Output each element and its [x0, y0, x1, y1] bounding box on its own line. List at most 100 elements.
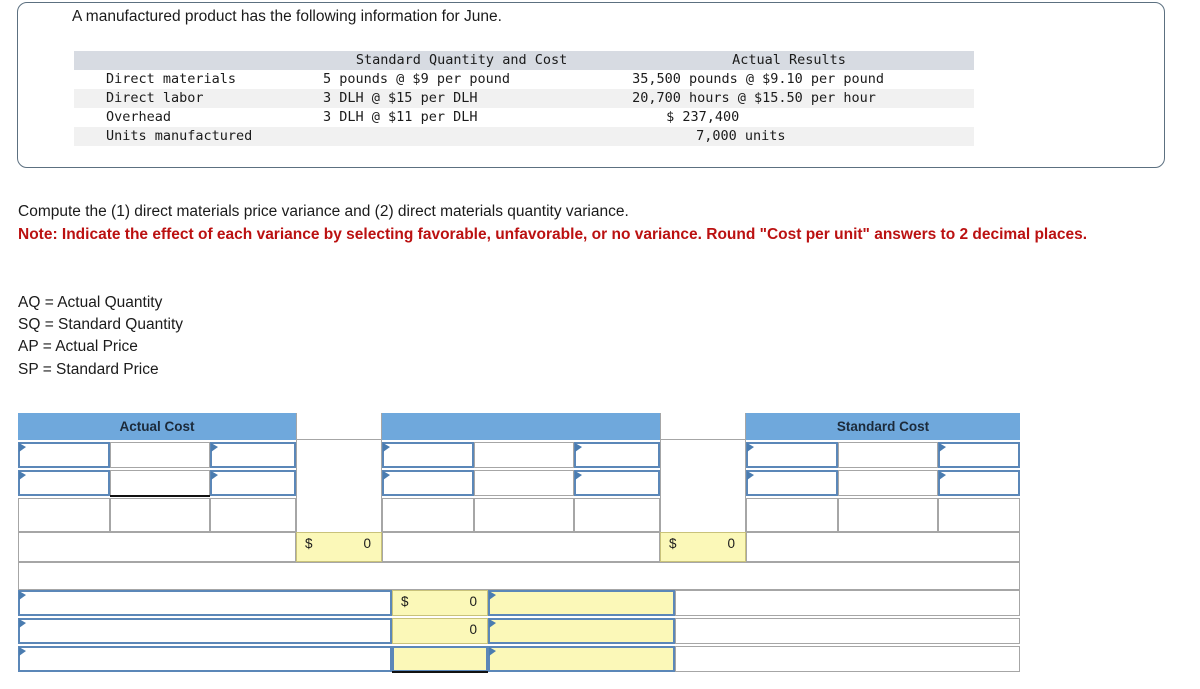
middle-field-aq-row1[interactable]	[382, 442, 474, 468]
row-standard-units-manufactured	[319, 127, 604, 146]
totals-left-number: 0	[363, 536, 371, 551]
row-label-direct-labor: Direct labor	[106, 90, 204, 106]
row-actual-overhead: $ 237,400	[666, 109, 740, 125]
header-standard-cost: Standard Cost	[746, 413, 1020, 440]
answer-grid: Actual Cost Standard Cost $ 0 $ 0 $ 0 0	[18, 413, 1020, 673]
table-row: Direct materials 5 pounds @ $9 per pound…	[74, 70, 974, 89]
table-row: Overhead 3 DLH @ $11 per DLH $ 237,400	[74, 108, 974, 127]
currency-symbol-variance-1: $	[401, 594, 409, 609]
info-header-standard: Standard Quantity and Cost	[355, 52, 568, 68]
variance-label-dropdown-2[interactable]	[18, 618, 392, 644]
header-spacer-right	[660, 413, 746, 440]
actual-cost-cell-mid-row1[interactable]	[110, 442, 210, 468]
totals-standard-cost-value[interactable]: $ 0	[660, 532, 746, 562]
variance-label-dropdown-1[interactable]	[18, 590, 392, 616]
grid-blank-b1	[382, 498, 474, 532]
middle-cell-mid-row1[interactable]	[474, 442, 574, 468]
product-info-table: Standard Quantity and Cost Actual Result…	[74, 51, 974, 146]
row-label-overhead: Overhead	[106, 109, 172, 125]
row-standard-direct-labor: 3 DLH @ $15 per DLH	[323, 90, 478, 106]
chevron-down-icon	[939, 471, 946, 480]
grid-separator-row	[18, 562, 1020, 590]
row-actual-direct-materials: 35,500 pounds @ $9.10 per pound	[632, 71, 885, 87]
chevron-down-icon	[489, 619, 496, 628]
totals-actual-cost-value[interactable]: $ 0	[296, 532, 382, 562]
prompt-question: Compute the (1) direct materials price v…	[18, 203, 629, 220]
actual-cost-subtotal-rule	[110, 495, 210, 497]
info-table-header-row: Standard Quantity and Cost Actual Result…	[74, 51, 974, 70]
grid-blank-a2	[110, 498, 210, 532]
grid-blank-c2	[838, 498, 938, 532]
row-label-units-manufactured: Units manufactured	[106, 128, 253, 144]
middle-field-aq-row2[interactable]	[382, 470, 474, 496]
chevron-down-icon	[19, 647, 26, 656]
actual-cost-field-aq-row2[interactable]	[18, 470, 110, 496]
chevron-down-icon	[489, 647, 496, 656]
actual-cost-field-ap-row2[interactable]	[210, 470, 296, 496]
middle-field-sp-row1[interactable]	[574, 442, 660, 468]
grid-blank-b3	[574, 498, 660, 532]
grid-blank-a1	[18, 498, 110, 532]
chevron-down-icon	[19, 591, 26, 600]
variance-label-dropdown-3[interactable]	[18, 646, 392, 672]
grid-gap-left	[296, 440, 382, 532]
variance-amount-2[interactable]: 0	[392, 618, 488, 644]
chevron-down-icon	[19, 471, 26, 480]
legend-item-ap: AP = Actual Price	[18, 338, 138, 356]
table-row: Units manufactured 7,000 units	[74, 127, 974, 146]
standard-cost-field-sq-row2[interactable]	[746, 470, 838, 496]
chevron-down-icon	[747, 443, 754, 452]
prompt-block: Compute the (1) direct materials price v…	[18, 200, 1188, 246]
row-actual-direct-labor: 20,700 hours @ $15.50 per hour	[632, 90, 876, 106]
header-spacer-left	[296, 413, 382, 440]
row-actual-units-manufactured: 7,000 units	[696, 128, 786, 144]
variance-effect-dropdown-3[interactable]	[488, 646, 675, 672]
variance-row-3-trailing-blank	[675, 646, 1020, 672]
variance-effect-dropdown-2[interactable]	[488, 618, 675, 644]
totals-row-middle-blank	[382, 532, 660, 562]
grid-gap-right	[660, 440, 746, 532]
chevron-down-icon	[211, 471, 218, 480]
info-panel-title: A manufactured product has the following…	[72, 8, 502, 25]
grid-blank-c1	[746, 498, 838, 532]
totals-row-right-blank	[746, 532, 1020, 562]
variance-row-2-trailing-blank	[675, 618, 1020, 644]
actual-cost-field-ap-row1[interactable]	[210, 442, 296, 468]
row-label-direct-materials: Direct materials	[106, 71, 237, 87]
variance-row-1-trailing-blank	[675, 590, 1020, 616]
actual-cost-cell-mid-row2[interactable]	[110, 470, 210, 496]
standard-cost-cell-mid-row1[interactable]	[838, 442, 938, 468]
legend-item-sp: SP = Standard Price	[18, 360, 159, 378]
legend-item-sq: SQ = Standard Quantity	[18, 316, 183, 334]
variance-amount-value-2: 0	[469, 622, 477, 637]
table-row: Direct labor 3 DLH @ $15 per DLH 20,700 …	[74, 89, 974, 108]
chevron-down-icon	[211, 443, 218, 452]
variance-amount-1[interactable]: $ 0	[392, 590, 488, 616]
chevron-down-icon	[939, 443, 946, 452]
chevron-down-icon	[575, 471, 582, 480]
middle-cell-mid-row2[interactable]	[474, 470, 574, 496]
standard-cost-field-sp-row1[interactable]	[938, 442, 1020, 468]
standard-cost-field-sp-row2[interactable]	[938, 470, 1020, 496]
info-panel: A manufactured product has the following…	[17, 2, 1165, 168]
chevron-down-icon	[19, 619, 26, 628]
standard-cost-field-sq-row1[interactable]	[746, 442, 838, 468]
currency-symbol-left: $	[305, 536, 313, 551]
legend-item-aq: AQ = Actual Quantity	[18, 294, 163, 311]
standard-cost-cell-mid-row2[interactable]	[838, 470, 938, 496]
chevron-down-icon	[489, 591, 496, 600]
currency-symbol-right: $	[669, 536, 677, 551]
grid-blank-a3	[210, 498, 296, 532]
header-middle	[382, 413, 660, 440]
variance-amount-3[interactable]	[392, 646, 488, 672]
row-standard-direct-materials: 5 pounds @ $9 per pound	[323, 71, 510, 87]
actual-cost-field-aq-row1[interactable]	[18, 442, 110, 468]
grid-blank-c3	[938, 498, 1020, 532]
variance-effect-dropdown-1[interactable]	[488, 590, 675, 616]
variance-amount-value-1: 0	[469, 594, 477, 609]
prompt-note: Note: Indicate the effect of each varian…	[18, 226, 1088, 243]
chevron-down-icon	[383, 443, 390, 452]
legend-block: AQ = Actual Quantity SQ = Standard Quant…	[18, 292, 183, 381]
info-header-blank	[74, 51, 319, 70]
middle-field-sp-row2[interactable]	[574, 470, 660, 496]
